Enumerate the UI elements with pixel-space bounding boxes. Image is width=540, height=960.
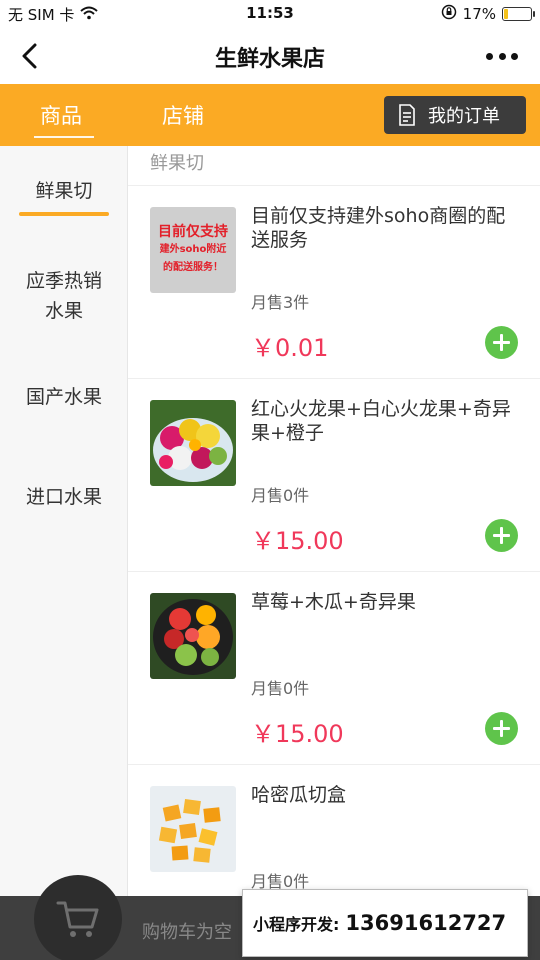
more-dots-icon [511, 52, 518, 60]
product-item[interactable]: 目前仅支持 建外soho附近 的配送服务！ 目前仅支持建外soho商圈的配送服务… [128, 186, 540, 379]
battery-fill [504, 9, 509, 19]
product-price: ￥0.01 [251, 334, 329, 362]
product-name: 哈密瓜切盒 [251, 784, 347, 806]
my-orders-button[interactable]: 我的订单 [384, 96, 526, 134]
status-right: 17% [441, 4, 535, 24]
product-name: 草莓+木瓜+奇异果 [251, 591, 416, 613]
product-list: 鲜果切 目前仅支持 建外soho附近 的配送服务！ 目前仅支持建外soho商圈的… [128, 146, 540, 960]
category-seasonal-line2: 水果 [44, 300, 83, 322]
product-sales: 月售0件 [251, 679, 310, 698]
product-sales: 月售0件 [251, 486, 310, 505]
product-thumbnail [150, 400, 236, 486]
status-bar: 无 SIM 卡 11:53 17% [0, 0, 540, 28]
page-title: 生鲜水果店 [214, 47, 325, 72]
battery-percent: 17% [462, 5, 496, 23]
battery-icon [502, 7, 535, 21]
my-orders-label: 我的订单 [428, 106, 500, 127]
tab-active-underline [34, 136, 94, 138]
dragonfruit-bowl-image [150, 400, 236, 486]
nav-bar: 生鲜水果店 [0, 28, 540, 84]
category-imported[interactable]: 进口水果 [0, 482, 128, 512]
promo-label: 小程序开发: [253, 915, 340, 934]
document-icon [399, 104, 415, 126]
product-sales: 月售3件 [251, 293, 310, 312]
more-dots-icon [486, 52, 493, 60]
thumb-text-line1: 目前仅支持 [158, 224, 228, 240]
strawberry-papaya-bowl-image [150, 593, 236, 679]
tab-bar: 商品 店铺 我的订单 [0, 84, 540, 146]
category-seasonal-line1: 应季热销 [25, 270, 102, 292]
category-seasonal[interactable]: 应季热销 水果 [0, 266, 128, 326]
product-name: 红心火龙果+白心火龙果+奇异果+橙子 [251, 398, 511, 444]
cantaloupe-box-image [150, 786, 236, 872]
tab-shop[interactable]: 店铺 [162, 100, 204, 130]
product-price: ￥15.00 [251, 720, 344, 748]
product-item[interactable]: 红心火龙果+白心火龙果+奇异果+橙子 月售0件 ￥15.00 [128, 379, 540, 572]
category-domestic[interactable]: 国产水果 [0, 382, 128, 412]
add-to-cart-button[interactable] [485, 712, 518, 745]
product-thumbnail [150, 786, 236, 872]
more-dots-icon [498, 52, 506, 60]
thumb-text-line2: 建外soho附近 [159, 244, 227, 255]
product-price: ￥15.00 [251, 527, 344, 555]
product-thumbnail: 目前仅支持 建外soho附近 的配送服务！ [150, 207, 236, 293]
cart-button[interactable] [34, 875, 122, 960]
section-header: 鲜果切 [128, 146, 540, 186]
promo-banner: 小程序开发: 13691612727 [242, 889, 528, 957]
product-thumbnail [150, 593, 236, 679]
product-item[interactable]: 草莓+木瓜+奇异果 月售0件 ￥15.00 [128, 572, 540, 765]
category-active-indicator [19, 212, 109, 216]
add-to-cart-button[interactable] [485, 326, 518, 359]
rotation-lock-icon [441, 4, 457, 24]
cart-icon [56, 901, 99, 937]
product-name: 目前仅支持建外soho商圈的配送服务 [251, 205, 506, 251]
more-button[interactable] [486, 46, 518, 66]
category-sidebar: 鲜果切 应季热销 水果 国产水果 进口水果 [0, 146, 128, 960]
add-to-cart-button[interactable] [485, 519, 518, 552]
tab-goods[interactable]: 商品 [40, 100, 82, 130]
thumb-text-line3: 的配送服务！ [163, 262, 223, 273]
promo-phone: 13691612727 [345, 911, 507, 935]
category-fresh-cut[interactable]: 鲜果切 [0, 176, 128, 206]
cart-empty-text: 购物车为空 [142, 922, 232, 943]
